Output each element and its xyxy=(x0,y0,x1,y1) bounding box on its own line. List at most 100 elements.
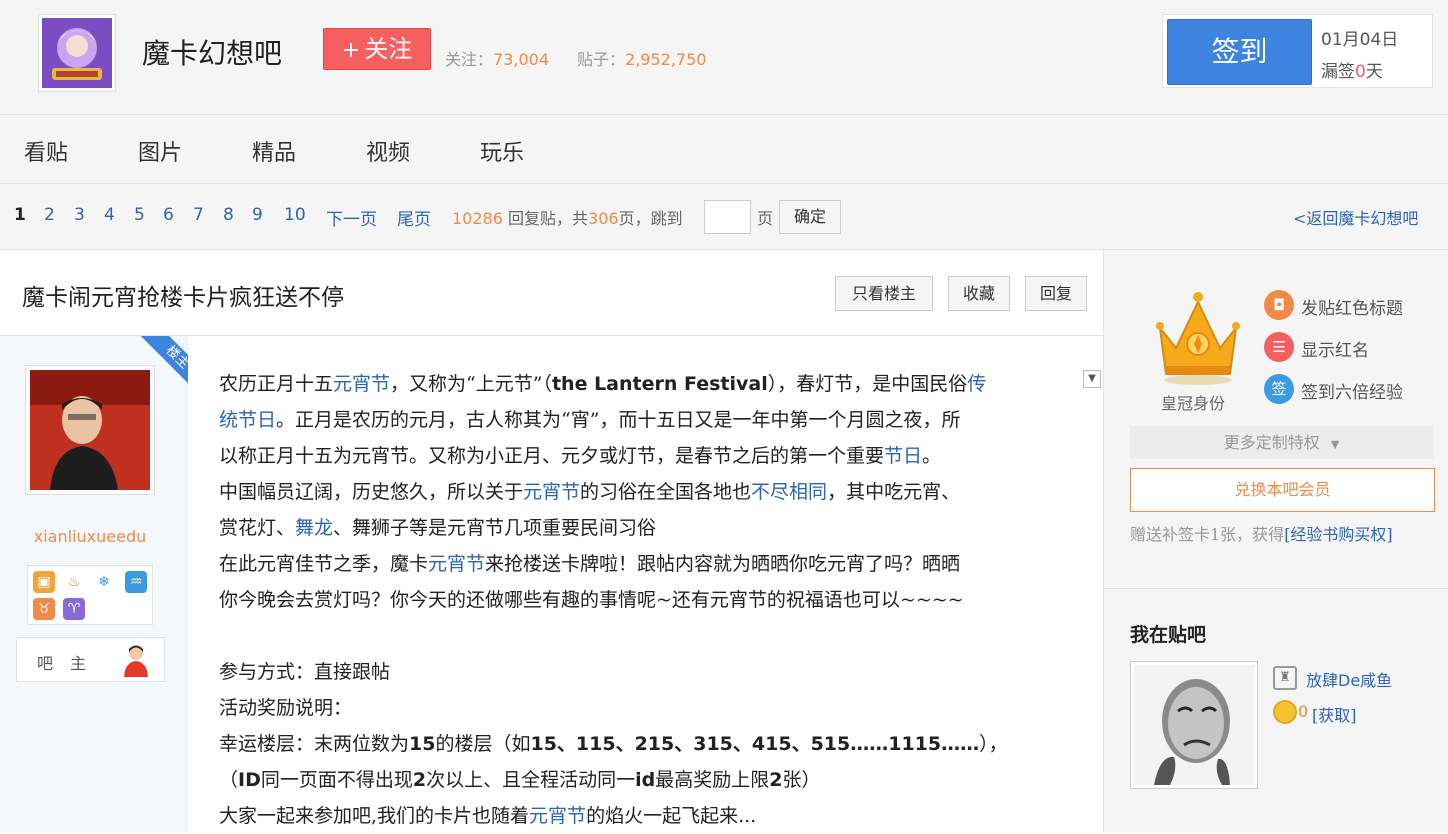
last-page-link[interactable]: 尾页 xyxy=(397,205,431,230)
chevron-down-icon: ▼ xyxy=(1330,438,1340,451)
keyword-link[interactable]: 统节日 xyxy=(219,409,276,431)
post-line: 在此元宵佳节之季，魔卡元宵节来抢楼送卡牌啦！跟帖内容就为晒晒你吃元宵了吗？晒晒 xyxy=(219,546,1069,582)
total-pages: 306 xyxy=(588,209,619,228)
text: ），春灯节，是中国民俗 xyxy=(767,373,968,395)
followers-count: 73,004 xyxy=(493,50,549,69)
missed-prefix: 漏签 xyxy=(1321,62,1355,82)
more-privileges-toggle[interactable]: 更多定制特权 ▼ xyxy=(1130,426,1433,459)
missed-count: 0 xyxy=(1355,62,1366,82)
next-page-link[interactable]: 下一页 xyxy=(326,205,377,230)
keyword-link[interactable]: 元宵节 xyxy=(529,805,586,827)
page-3[interactable]: 3 xyxy=(74,205,85,225)
post-menu-dropdown-icon[interactable]: ▼ xyxy=(1083,370,1101,388)
exp-book-link[interactable]: [经验书购买权] xyxy=(1284,525,1393,544)
signin-button[interactable]: 签到 xyxy=(1167,19,1312,85)
aries-badge-icon[interactable]: ♈ xyxy=(63,598,85,620)
author-avatar[interactable] xyxy=(25,365,155,495)
text: 活动奖励说明： xyxy=(219,697,353,719)
posts-stat: 贴子：2,952,750 xyxy=(577,46,706,70)
keyword-link[interactable]: 传 xyxy=(967,373,986,395)
keyword-link[interactable]: 元宵节 xyxy=(428,553,485,575)
flame-badge-icon[interactable]: ♨ xyxy=(63,571,85,593)
my-avatar[interactable] xyxy=(1130,661,1258,789)
reply-button[interactable]: 回复 xyxy=(1025,276,1087,311)
text: 幸运楼层：末两位数为 xyxy=(219,733,410,755)
text: ID xyxy=(238,769,261,791)
post-line: 赏花灯、舞龙、舞狮子等是元宵节几项重要民间习俗 xyxy=(219,510,1069,546)
back-to-forum-link[interactable]: <返回魔卡幻想吧 xyxy=(1293,205,1418,229)
post-line: 大家一起来参加吧,我们的卡片也随着元宵节的焰火一起飞起来... xyxy=(219,798,1069,834)
follow-button[interactable]: + 关注 xyxy=(323,28,431,70)
my-avatar-photo xyxy=(1134,665,1254,785)
text: 来抢楼送卡牌啦！跟帖内容就为晒晒你吃元宵了吗？晒晒 xyxy=(485,553,961,575)
keyword-link[interactable]: 节日 xyxy=(884,445,922,467)
only-op-button[interactable]: 只看楼主 xyxy=(835,276,933,311)
aquarius-badge-icon[interactable]: ♒ xyxy=(125,571,147,593)
keyword-link[interactable]: 元宵节 xyxy=(333,373,390,395)
forum-logo[interactable] xyxy=(38,14,116,92)
nav-posts[interactable]: 看贴 xyxy=(24,135,68,167)
post-line: 统节日。正月是农历的元月，古人称其为“宵”，而十五日又是一年中第一个月圆之夜，所 xyxy=(219,402,1069,438)
author-name[interactable]: xianliuxueedu xyxy=(0,527,180,546)
text: 参与方式：直接跟帖 xyxy=(219,661,391,683)
page-5[interactable]: 5 xyxy=(134,205,145,225)
text: 同一页面不得出现 xyxy=(260,769,413,791)
reply-count: 10286 xyxy=(452,209,503,228)
text: （ xyxy=(219,769,239,791)
nav-videos[interactable]: 视频 xyxy=(366,135,410,167)
text: 最高奖励上限 xyxy=(655,769,770,791)
text: 在此元宵佳节之季，魔卡 xyxy=(219,553,429,575)
bean-badge-icon[interactable]: ▣ xyxy=(33,571,55,593)
post-content: 农历正月十五元宵节，又称为“上元节”（the Lantern Festival）… xyxy=(219,366,1069,834)
text: 你今晚会去赏灯吗？你今天的还做哪些有趣的事情呢~还有元宵节的祝福语也可以~~~~ xyxy=(219,589,964,611)
forum-logo-art xyxy=(42,18,112,88)
gift-text: 赠送补签卡1张，获得 xyxy=(1130,525,1285,544)
post-line: 幸运楼层：末两位数为15的楼层（如15、115、215、315、415、515…… xyxy=(219,726,1069,762)
keyword-link[interactable]: 舞龙 xyxy=(295,517,333,539)
keyword-link[interactable]: 元宵节 xyxy=(523,481,580,503)
posts-label: 贴子： xyxy=(577,50,626,69)
jump-text: 页，跳到 xyxy=(618,209,683,228)
page-8[interactable]: 8 xyxy=(223,205,234,225)
author-badges: ▣ ♨ ❄ ♒ ♉ ♈ xyxy=(27,565,153,625)
text: 2 xyxy=(769,769,783,791)
text: 。 xyxy=(922,445,942,467)
missed-days: 漏签0天 xyxy=(1321,57,1383,82)
my-coins: 0 xyxy=(1298,702,1309,721)
nav-pictures[interactable]: 图片 xyxy=(138,135,182,167)
signin-box: 签到 01月04日 漏签0天 xyxy=(1162,14,1433,88)
taurus-badge-icon[interactable]: ♉ xyxy=(33,598,55,620)
text: ）， xyxy=(979,733,1008,755)
page-7[interactable]: 7 xyxy=(193,205,204,225)
crown-icon[interactable] xyxy=(1152,288,1244,388)
page-9[interactable]: 9 xyxy=(252,205,263,225)
jump-page-input[interactable] xyxy=(704,200,751,234)
snowflake-badge-icon[interactable]: ❄ xyxy=(93,571,115,593)
castle-icon: ♜ xyxy=(1273,666,1297,690)
role-box: 吧 主 xyxy=(16,637,165,682)
text: 的习俗在全国各地也 xyxy=(580,481,752,503)
forum-name[interactable]: 魔卡幻想吧 xyxy=(142,32,282,72)
reply-summary: 10286 回复贴，共306页，跳到 xyxy=(452,205,683,229)
page-4[interactable]: 4 xyxy=(104,205,115,225)
jump-confirm-button[interactable]: 确定 xyxy=(779,200,841,234)
page-2[interactable]: 2 xyxy=(44,205,55,225)
forum-header: 魔卡幻想吧 + 关注 关注：73,004 贴子：2,952,750 签到 01月0… xyxy=(0,0,1448,114)
page-10[interactable]: 10 xyxy=(284,205,306,225)
coin-icon xyxy=(1273,700,1297,724)
nav-featured[interactable]: 精品 xyxy=(252,135,296,167)
keyword-link[interactable]: 不尽相同 xyxy=(751,481,827,503)
redeem-membership-button[interactable]: 兑换本吧会员 xyxy=(1130,468,1435,512)
sign-icon: 签 xyxy=(1264,374,1294,404)
text: 张） xyxy=(782,769,821,791)
text: the Lantern Festival xyxy=(551,373,768,395)
get-coins-link[interactable]: [获取] xyxy=(1312,702,1357,726)
nav-fun[interactable]: 玩乐 xyxy=(480,135,524,167)
chat-icon: ☰ xyxy=(1264,332,1294,362)
text: ，其中吃元宵、 xyxy=(827,481,961,503)
post-line: 你今晚会去赏灯吗？你今天的还做哪些有趣的事情呢~还有元宵节的祝福语也可以~~~~ xyxy=(219,582,1069,618)
page-6[interactable]: 6 xyxy=(163,205,174,225)
post-line: 活动奖励说明： xyxy=(219,690,1069,726)
my-username[interactable]: 放肆De咸鱼 xyxy=(1306,667,1392,691)
favorite-button[interactable]: 收藏 xyxy=(948,276,1010,311)
